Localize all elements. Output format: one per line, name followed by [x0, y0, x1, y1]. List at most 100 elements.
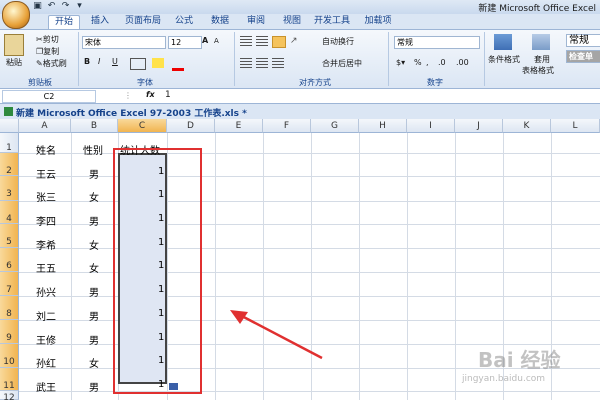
column-header-j[interactable]: J: [455, 119, 503, 133]
cell-gender[interactable]: 男: [89, 284, 99, 299]
row-header-8[interactable]: 8: [0, 296, 19, 320]
tab-formulas[interactable]: 公式: [170, 15, 198, 28]
row-header-10[interactable]: 10: [0, 344, 19, 368]
cell-gender[interactable]: 女: [89, 355, 99, 370]
cell-name[interactable]: 孙红: [36, 355, 56, 370]
underline-button[interactable]: U: [112, 57, 118, 66]
tab-developer[interactable]: 开发工具: [312, 15, 352, 28]
column-header-a[interactable]: A: [19, 119, 71, 133]
currency-button[interactable]: $▾: [396, 58, 405, 67]
column-header-d[interactable]: D: [167, 119, 215, 133]
cell-gender[interactable]: 女: [89, 260, 99, 275]
row-header-11[interactable]: 11: [0, 368, 19, 391]
cell-name[interactable]: 王五: [36, 260, 56, 275]
cell-name[interactable]: 王修: [36, 332, 56, 347]
number-format-select[interactable]: 常规: [394, 36, 480, 49]
paste-button[interactable]: 粘贴: [6, 57, 22, 68]
paste-icon[interactable]: [4, 34, 24, 56]
cell-gender[interactable]: 男: [89, 166, 99, 181]
percent-button[interactable]: %: [414, 58, 422, 67]
tab-home[interactable]: 开始: [48, 15, 80, 29]
cell-b1[interactable]: 性别: [83, 142, 103, 157]
cell-name[interactable]: 张三: [36, 189, 56, 204]
column-header-g[interactable]: G: [311, 119, 359, 133]
cell-gender[interactable]: 女: [89, 189, 99, 204]
row-header-6[interactable]: 6: [0, 248, 19, 272]
customize-qat-icon[interactable]: ▾: [74, 1, 85, 12]
bold-button[interactable]: B: [84, 57, 90, 66]
italic-button[interactable]: I: [98, 57, 100, 66]
font-name-select[interactable]: 宋体: [82, 36, 166, 49]
cell-gender[interactable]: 男: [89, 332, 99, 347]
conditional-format-icon[interactable]: [494, 34, 512, 50]
tab-insert[interactable]: 插入: [86, 15, 114, 28]
align-middle-icon[interactable]: [256, 36, 268, 46]
conditional-format-button[interactable]: 条件格式: [488, 54, 520, 65]
cell-style-normal[interactable]: 常规: [566, 34, 600, 47]
column-header-l[interactable]: L: [551, 119, 600, 133]
column-header-k[interactable]: K: [503, 119, 551, 133]
tab-page-layout[interactable]: 页面布局: [120, 15, 166, 28]
tab-view[interactable]: 视图: [278, 15, 306, 28]
cell-name[interactable]: 李希: [36, 237, 56, 252]
format-painter-button[interactable]: ✎格式刷: [36, 58, 67, 69]
office-button[interactable]: [2, 1, 30, 29]
row-header-9[interactable]: 9: [0, 320, 19, 344]
border-icon[interactable]: [130, 58, 146, 70]
undo-icon[interactable]: ↶: [46, 1, 57, 12]
cell-gender[interactable]: 男: [89, 213, 99, 228]
cell-name[interactable]: 刘二: [36, 308, 56, 323]
select-all-corner[interactable]: [0, 119, 19, 133]
tab-data[interactable]: 数据: [206, 15, 234, 28]
column-header-b[interactable]: B: [71, 119, 118, 133]
comma-button[interactable]: ,: [426, 58, 429, 67]
formula-bar-grip-icon[interactable]: ⋮: [124, 91, 132, 100]
align-top-icon[interactable]: [240, 36, 252, 46]
table-format-icon[interactable]: [532, 34, 550, 50]
column-header-h[interactable]: H: [359, 119, 407, 133]
document-tab-title[interactable]: 新建 Microsoft Office Excel 97-2003 工作表.xl…: [16, 106, 247, 119]
cell-gender[interactable]: 女: [89, 237, 99, 252]
align-right-icon[interactable]: [272, 58, 284, 68]
row-header-12[interactable]: 12: [0, 391, 19, 403]
row-header-4[interactable]: 4: [0, 201, 19, 224]
merge-center-button[interactable]: 合并后居中: [322, 58, 362, 69]
fill-color-icon[interactable]: [152, 58, 164, 68]
name-box[interactable]: C2: [2, 90, 96, 103]
column-header-c[interactable]: C: [118, 119, 167, 133]
tab-addins[interactable]: 加载项: [362, 15, 394, 28]
align-center-icon[interactable]: [256, 58, 268, 68]
column-header-i[interactable]: I: [407, 119, 455, 133]
row-header-3[interactable]: 3: [0, 176, 19, 201]
cell-a1[interactable]: 姓名: [36, 142, 56, 157]
cell-gender[interactable]: 男: [89, 308, 99, 323]
shrink-font-button[interactable]: A: [214, 37, 219, 45]
row-header-7[interactable]: 7: [0, 272, 19, 296]
cell-gender[interactable]: 男: [89, 379, 99, 394]
grow-font-button[interactable]: A: [202, 36, 208, 45]
orientation-icon[interactable]: ↗: [290, 36, 304, 46]
row-header-5[interactable]: 5: [0, 224, 19, 248]
formula-input[interactable]: 1: [165, 90, 171, 100]
copy-button[interactable]: ❐复制: [36, 46, 59, 57]
font-color-icon[interactable]: [172, 58, 184, 71]
insert-function-icon[interactable]: fx: [146, 90, 155, 99]
font-size-select[interactable]: 12: [168, 36, 202, 49]
save-icon[interactable]: ▣: [32, 1, 43, 12]
column-header-e[interactable]: E: [215, 119, 263, 133]
cell-name[interactable]: 李四: [36, 213, 56, 228]
tab-review[interactable]: 审阅: [242, 15, 270, 28]
cut-button[interactable]: ✂剪切: [36, 34, 59, 45]
column-header-f[interactable]: F: [263, 119, 311, 133]
row-header-1[interactable]: 1: [0, 133, 19, 153]
cell-name[interactable]: 孙兴: [36, 284, 56, 299]
increase-decimal-button[interactable]: .0: [438, 58, 446, 67]
row-header-2[interactable]: 2: [0, 153, 19, 176]
redo-icon[interactable]: ↷: [60, 1, 71, 12]
align-left-icon[interactable]: [240, 58, 252, 68]
wrap-text-button[interactable]: 自动换行: [322, 36, 354, 47]
decrease-decimal-button[interactable]: .00: [456, 58, 469, 67]
cell-style-check[interactable]: 检查单: [566, 50, 600, 63]
cell-name[interactable]: 王云: [36, 166, 56, 181]
format-as-table-button[interactable]: 套用: [534, 54, 550, 65]
